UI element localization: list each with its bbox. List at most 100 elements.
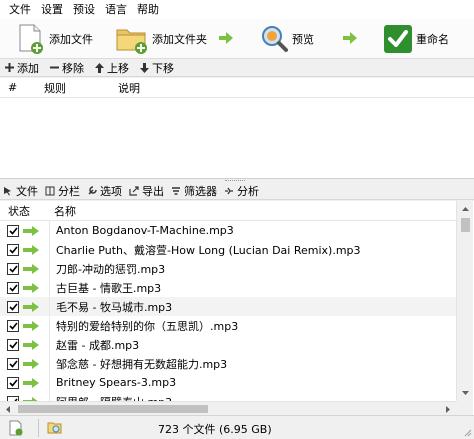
scroll-right-icon[interactable] [440,402,456,416]
rename-button[interactable]: 重命名 [383,22,449,56]
row-checkbox[interactable] [7,319,19,332]
options-label: 选项 [100,185,122,198]
scroll-left-icon[interactable] [0,402,16,416]
add-files-button[interactable]: 添加文件 [14,22,93,56]
plus-icon [4,63,14,73]
rules-toolbar: 添加 移除 上移 下移 [0,59,474,77]
table-row[interactable]: 特别的爱给特别的你（五思凯）.mp3 [0,316,456,335]
remove-rule-label: 移除 [62,61,84,75]
vertical-scrollbar[interactable] [456,201,473,401]
horizontal-scroll-thumb[interactable] [18,405,208,413]
export-button[interactable]: 导出 [129,183,164,199]
table-row[interactable]: Britney Spears-3.mp3 [0,373,456,392]
remove-rule-button[interactable]: 移除 [49,60,84,76]
status-bar: 723 个文件 (6.95 GB) [0,415,474,439]
add-rule-label: 添加 [17,61,39,75]
files-col-status[interactable]: 状态 [0,203,48,219]
menu-bar: 文件 设置 预设 语言 帮助 [0,0,474,19]
file-name: 特别的爱给特别的你（五思凯）.mp3 [56,319,239,333]
arrow-right-icon [343,32,357,44]
arrow-right-icon [23,320,41,332]
move-up-button[interactable]: 上移 [94,60,129,76]
table-row[interactable]: 古巨基 - 情歌王.mp3 [0,278,456,297]
file-name: 邹念慈 - 好想拥有无数超能力.mp3 [56,357,228,371]
filter-icon [172,187,180,195]
columns-label: 分栏 [58,185,80,198]
rename-label: 重命名 [416,33,449,46]
row-checkbox[interactable] [7,376,19,389]
row-checkbox[interactable] [7,357,19,370]
file-name: 古巨基 - 情歌王.mp3 [56,281,162,295]
files-menu-button[interactable]: 文件 [3,183,38,199]
scroll-down-icon[interactable] [457,385,474,401]
row-checkbox[interactable] [7,243,19,256]
file-name: 刀郎-冲动的惩罚.mp3 [56,262,166,276]
files-list[interactable]: 状态 名称 Anton Bogdanov-T-Machine.mp3 Charli… [0,201,474,415]
filters-button[interactable]: 筛选器 [171,183,217,199]
file-name: 阿里郎 - 隔壁泰山.mp3 [50,394,172,402]
analyze-label: 分析 [237,185,259,198]
preview-label: 预览 [292,33,314,46]
table-row[interactable]: 毛不易 - 牧马城市.mp3 [0,297,456,316]
table-row[interactable]: 刀郎-冲动的惩罚.mp3 [0,259,456,278]
files-rows: Anton Bogdanov-T-Machine.mp3 Charlie Puth… [0,221,456,401]
main-toolbar: 添加文件 添加文件夹 预览 重命名 [0,19,474,59]
search-folder-icon[interactable] [45,418,65,438]
analyze-button[interactable]: 分析 [224,183,259,199]
menu-presets[interactable]: 预设 [68,0,100,19]
row-checkbox[interactable] [7,281,19,294]
row-checkbox[interactable] [7,300,19,313]
rules-col-description[interactable]: 说明 [110,80,140,96]
rules-col-rule[interactable]: 规则 [36,80,110,96]
file-name: Britney Spears-3.mp3 [56,376,177,389]
file-name: 毛不易 - 牧马城市.mp3 [56,300,173,314]
files-col-name[interactable]: 名称 [48,203,76,219]
move-up-label: 上移 [107,61,129,75]
arrow-right-icon [23,301,41,313]
table-row[interactable]: 阿里郎 - 隔壁泰山.mp3 [0,392,456,401]
menu-settings[interactable]: 设置 [36,0,68,19]
magnifier-icon [262,26,288,52]
files-toolbar: 文件 分栏 选项 导出 筛选器 分析 [0,183,474,200]
rules-header: # 规则 说明 [0,78,474,98]
rules-col-number[interactable]: # [0,81,36,94]
horizontal-scrollbar[interactable] [0,401,456,415]
row-checkbox[interactable] [7,262,19,275]
menu-help[interactable]: 帮助 [132,0,164,19]
filters-label: 筛选器 [184,185,217,198]
file-count: 723 个文件 (6.95 GB) [158,423,272,436]
columns-icon [45,186,55,196]
arrow-right-icon [219,32,233,44]
file-name: Charlie Puth、戴溶萱-How Long (Lucian Dai Re… [56,243,361,257]
scroll-up-icon[interactable] [457,201,474,217]
add-rule-button[interactable]: 添加 [4,60,39,76]
wrench-icon [88,186,97,195]
menu-language[interactable]: 语言 [100,0,132,19]
options-button[interactable]: 选项 [87,183,122,199]
vertical-scroll-thumb[interactable] [461,218,470,232]
columns-button[interactable]: 分栏 [45,183,80,199]
table-row[interactable]: 邹念慈 - 好想拥有无数超能力.mp3 [0,354,456,373]
files-header: 状态 名称 [0,201,456,221]
arrow-right-icon [23,377,41,389]
arrow-right-icon [23,339,41,351]
arrow-up-icon [94,62,104,73]
analyze-icon [225,187,233,195]
table-row[interactable]: Charlie Puth、戴溶萱-How Long (Lucian Dai Re… [0,240,456,259]
rules-list[interactable]: # 规则 说明 [0,78,474,179]
add-folder-button[interactable]: 添加文件夹 [115,22,207,56]
export-label: 导出 [142,185,164,198]
arrow-right-icon [23,263,41,275]
resize-grip-icon[interactable] [462,427,472,437]
splitter-grip [225,180,245,182]
checkmark-icon [384,25,412,53]
preview-button[interactable]: 预览 [259,22,314,56]
table-row[interactable]: Anton Bogdanov-T-Machine.mp3 [0,221,456,240]
file-status-icon[interactable] [6,418,26,438]
menu-file[interactable]: 文件 [4,0,36,19]
row-checkbox[interactable] [7,338,19,351]
move-down-button[interactable]: 下移 [139,60,174,76]
row-checkbox[interactable] [7,224,19,237]
arrow-down-icon [139,62,149,73]
table-row[interactable]: 赵雷 - 成都.mp3 [0,335,456,354]
